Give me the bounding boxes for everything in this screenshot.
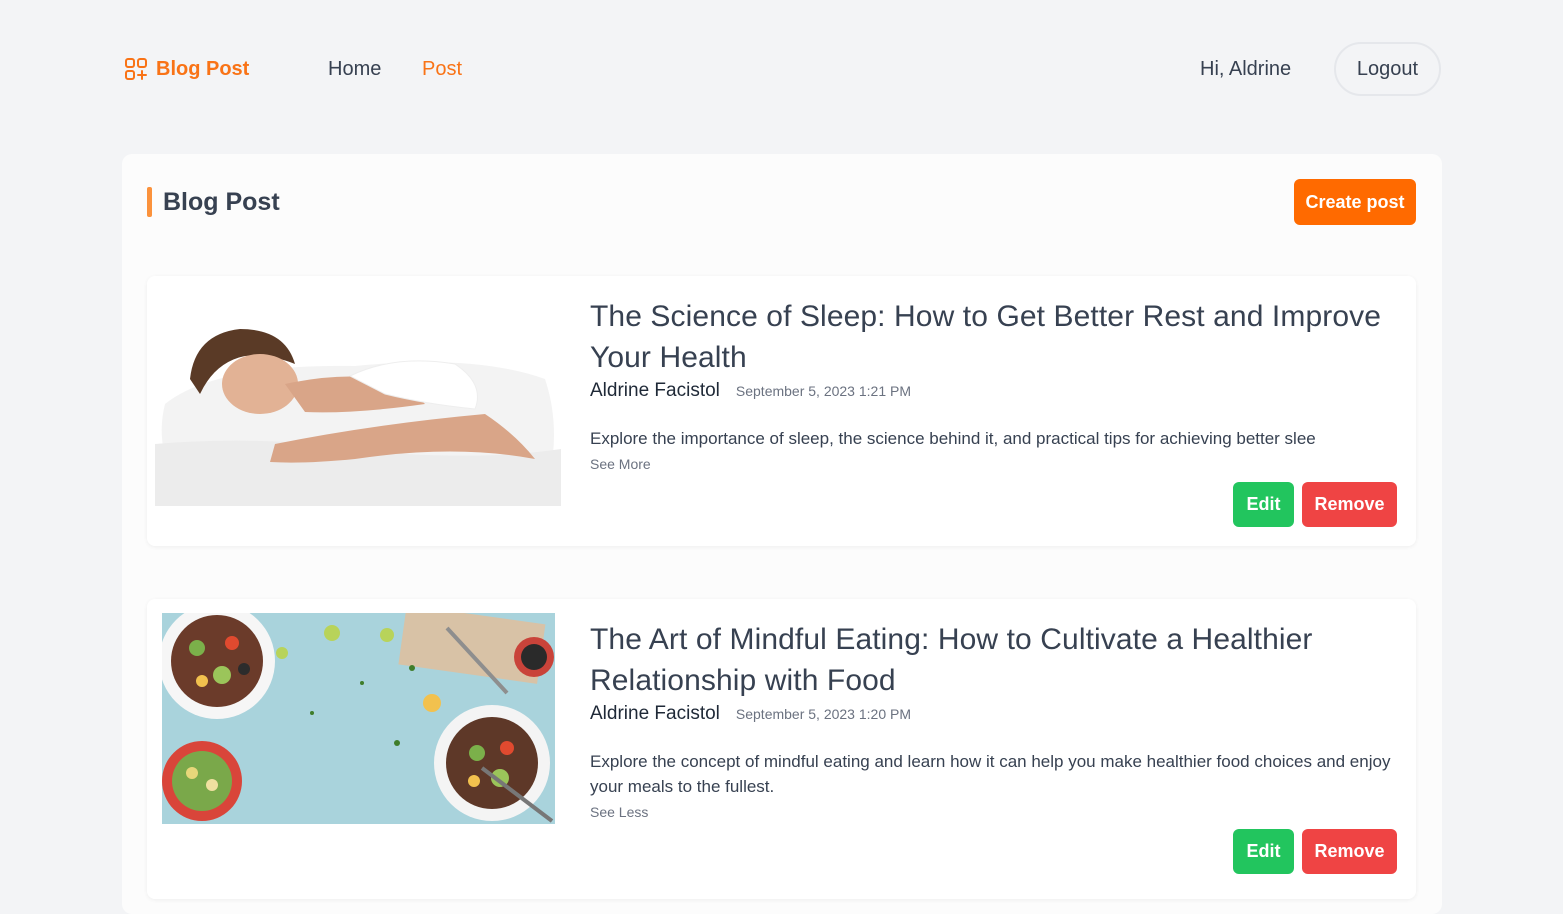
see-more-link[interactable]: See More xyxy=(590,456,651,472)
post-author: Aldrine Facistol xyxy=(590,380,720,401)
see-less-link[interactable]: See Less xyxy=(590,804,648,820)
post-excerpt: Explore the concept of mindful eating an… xyxy=(590,752,1391,796)
post-card: The Science of Sleep: How to Get Better … xyxy=(147,276,1416,546)
brand-link[interactable]: Blog Post xyxy=(124,55,249,83)
post-actions: Edit Remove xyxy=(1233,829,1397,874)
section-accent-bar xyxy=(147,187,152,217)
post-image-food xyxy=(162,613,555,824)
post-meta: Aldrine Facistol September 5, 2023 1:21 … xyxy=(590,380,1396,402)
post-meta: Aldrine Facistol September 5, 2023 1:20 … xyxy=(590,703,1396,725)
post-actions: Edit Remove xyxy=(1233,482,1397,527)
brand-label: Blog Post xyxy=(156,57,250,80)
post-date: September 5, 2023 1:21 PM xyxy=(735,383,911,399)
edit-button[interactable]: Edit xyxy=(1233,482,1294,527)
create-post-button[interactable]: Create post xyxy=(1294,179,1416,225)
top-navigation: Blog Post Home Post Hi, Aldrine Logout xyxy=(0,0,1563,140)
section-title: Blog Post xyxy=(163,187,280,216)
remove-button[interactable]: Remove xyxy=(1302,829,1397,874)
post-image-sleep xyxy=(155,284,561,506)
user-greeting: Hi, Aldrine xyxy=(1200,58,1292,80)
edit-button[interactable]: Edit xyxy=(1233,829,1294,874)
post-body: The Science of Sleep: How to Get Better … xyxy=(590,296,1396,474)
nav-home-link[interactable]: Home xyxy=(328,57,381,81)
apps-icon xyxy=(124,57,148,81)
nav-post-link[interactable]: Post xyxy=(422,57,462,81)
blog-post-panel: Blog Post Create post The Science of Sle… xyxy=(122,154,1442,914)
logout-button[interactable]: Logout xyxy=(1334,42,1441,96)
post-body: The Art of Mindful Eating: How to Cultiv… xyxy=(590,619,1396,822)
section-header: Blog Post xyxy=(147,187,280,217)
post-title[interactable]: The Art of Mindful Eating: How to Cultiv… xyxy=(590,619,1396,701)
post-author: Aldrine Facistol xyxy=(590,703,720,724)
post-card: The Art of Mindful Eating: How to Cultiv… xyxy=(147,599,1416,899)
post-title[interactable]: The Science of Sleep: How to Get Better … xyxy=(590,296,1396,378)
post-date: September 5, 2023 1:20 PM xyxy=(735,706,911,722)
remove-button[interactable]: Remove xyxy=(1302,482,1397,527)
post-excerpt: Explore the importance of sleep, the sci… xyxy=(590,429,1316,448)
